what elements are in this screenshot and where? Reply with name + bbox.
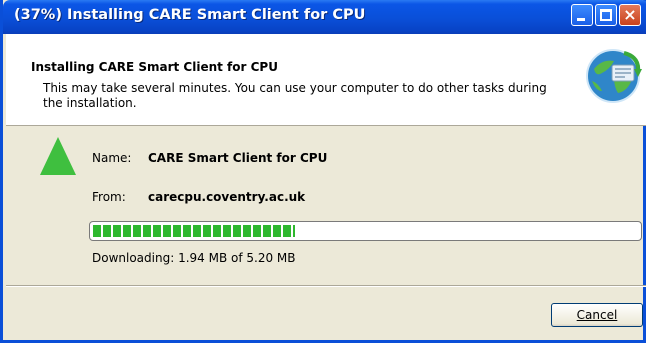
header-title: Installing CARE Smart Client for CPU (31, 60, 278, 74)
minimize-button[interactable] (571, 4, 593, 26)
name-label: Name: (92, 151, 132, 165)
close-icon: × (623, 5, 637, 24)
download-status: Downloading: 1.94 MB of 5.20 MB (92, 251, 296, 265)
progress-fill (93, 225, 295, 237)
name-value: CARE Smart Client for CPU (148, 151, 328, 165)
window-title: (37%) Installing CARE Smart Client for C… (14, 7, 366, 23)
maximize-icon (600, 9, 612, 21)
minimize-icon (577, 18, 585, 21)
cancel-label: Cancel (576, 308, 618, 322)
progress-bar (89, 221, 642, 241)
globe-install-icon (586, 49, 642, 103)
header-panel: Installing CARE Smart Client for CPU Thi… (6, 34, 646, 126)
title-bar[interactable]: (37%) Installing CARE Smart Client for C… (3, 0, 646, 34)
from-value: carecpu.coventry.ac.uk (148, 190, 306, 204)
header-description: This may take several minutes. You can u… (43, 81, 547, 110)
footer-divider-highlight (6, 286, 646, 287)
close-button[interactable]: × (619, 4, 641, 26)
cancel-button[interactable]: Cancel (551, 303, 643, 327)
from-label: From: (92, 190, 126, 204)
installer-window: (37%) Installing CARE Smart Client for C… (0, 0, 646, 343)
green-triangle-icon (40, 137, 76, 175)
maximize-button[interactable] (595, 4, 617, 26)
